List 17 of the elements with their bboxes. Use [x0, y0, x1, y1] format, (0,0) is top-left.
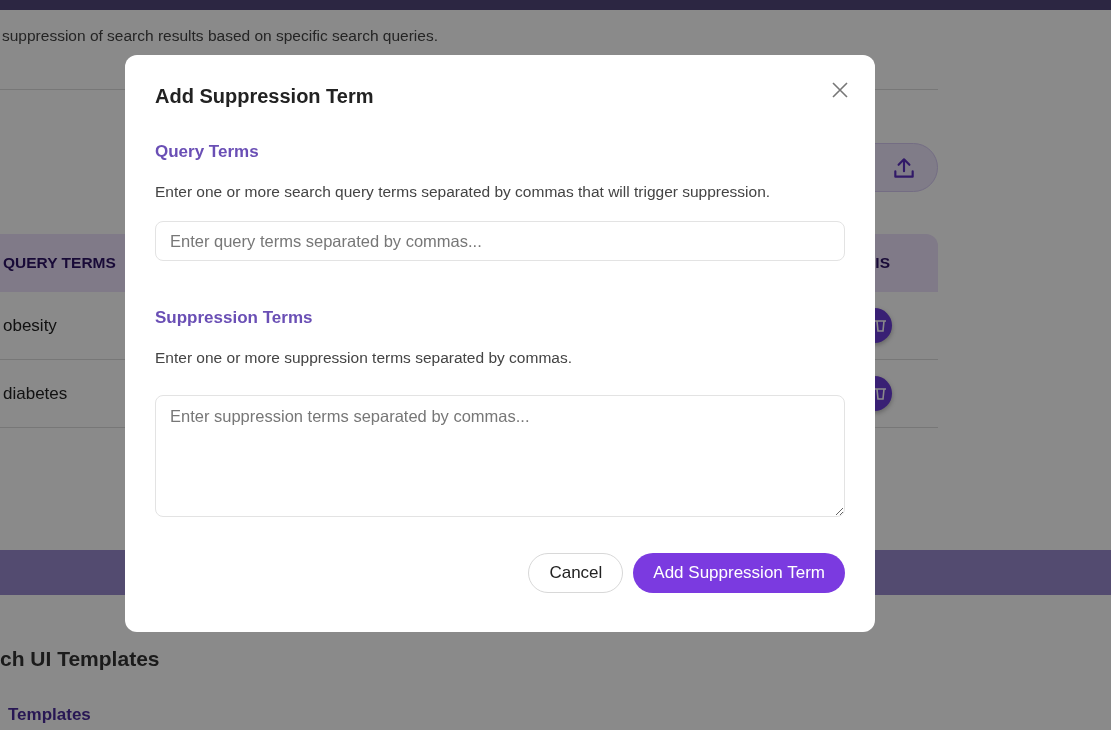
- field-label: Suppression Terms: [155, 308, 314, 328]
- table-cell: diabetes: [3, 383, 68, 404]
- cancel-button[interactable]: Cancel: [528, 553, 624, 593]
- field-help: Enter one or more suppression terms separated by commas.: [155, 349, 573, 367]
- column-header: QUERY TERMS: [3, 254, 116, 272]
- close-icon[interactable]: [831, 81, 849, 99]
- table-cell: obesity: [3, 315, 57, 336]
- dialog-title: Add Suppression Term: [155, 84, 374, 108]
- page-description: suppression of search results based on specific search queries.: [1, 26, 439, 46]
- subsection-title: Templates: [7, 705, 92, 725]
- submit-button[interactable]: Add Suppression Term: [633, 553, 845, 593]
- section-title: ch UI Templates: [0, 647, 161, 671]
- column-header: IS: [875, 254, 890, 272]
- input-field[interactable]: Enter query terms separated by commas...: [155, 221, 845, 261]
- field-help: Enter one or more search query terms separated by commas that will trigger suppression.: [155, 183, 772, 201]
- text-area[interactable]: Enter suppression terms separated by commas...: [155, 395, 845, 517]
- field-label: Query Terms: [155, 142, 260, 162]
